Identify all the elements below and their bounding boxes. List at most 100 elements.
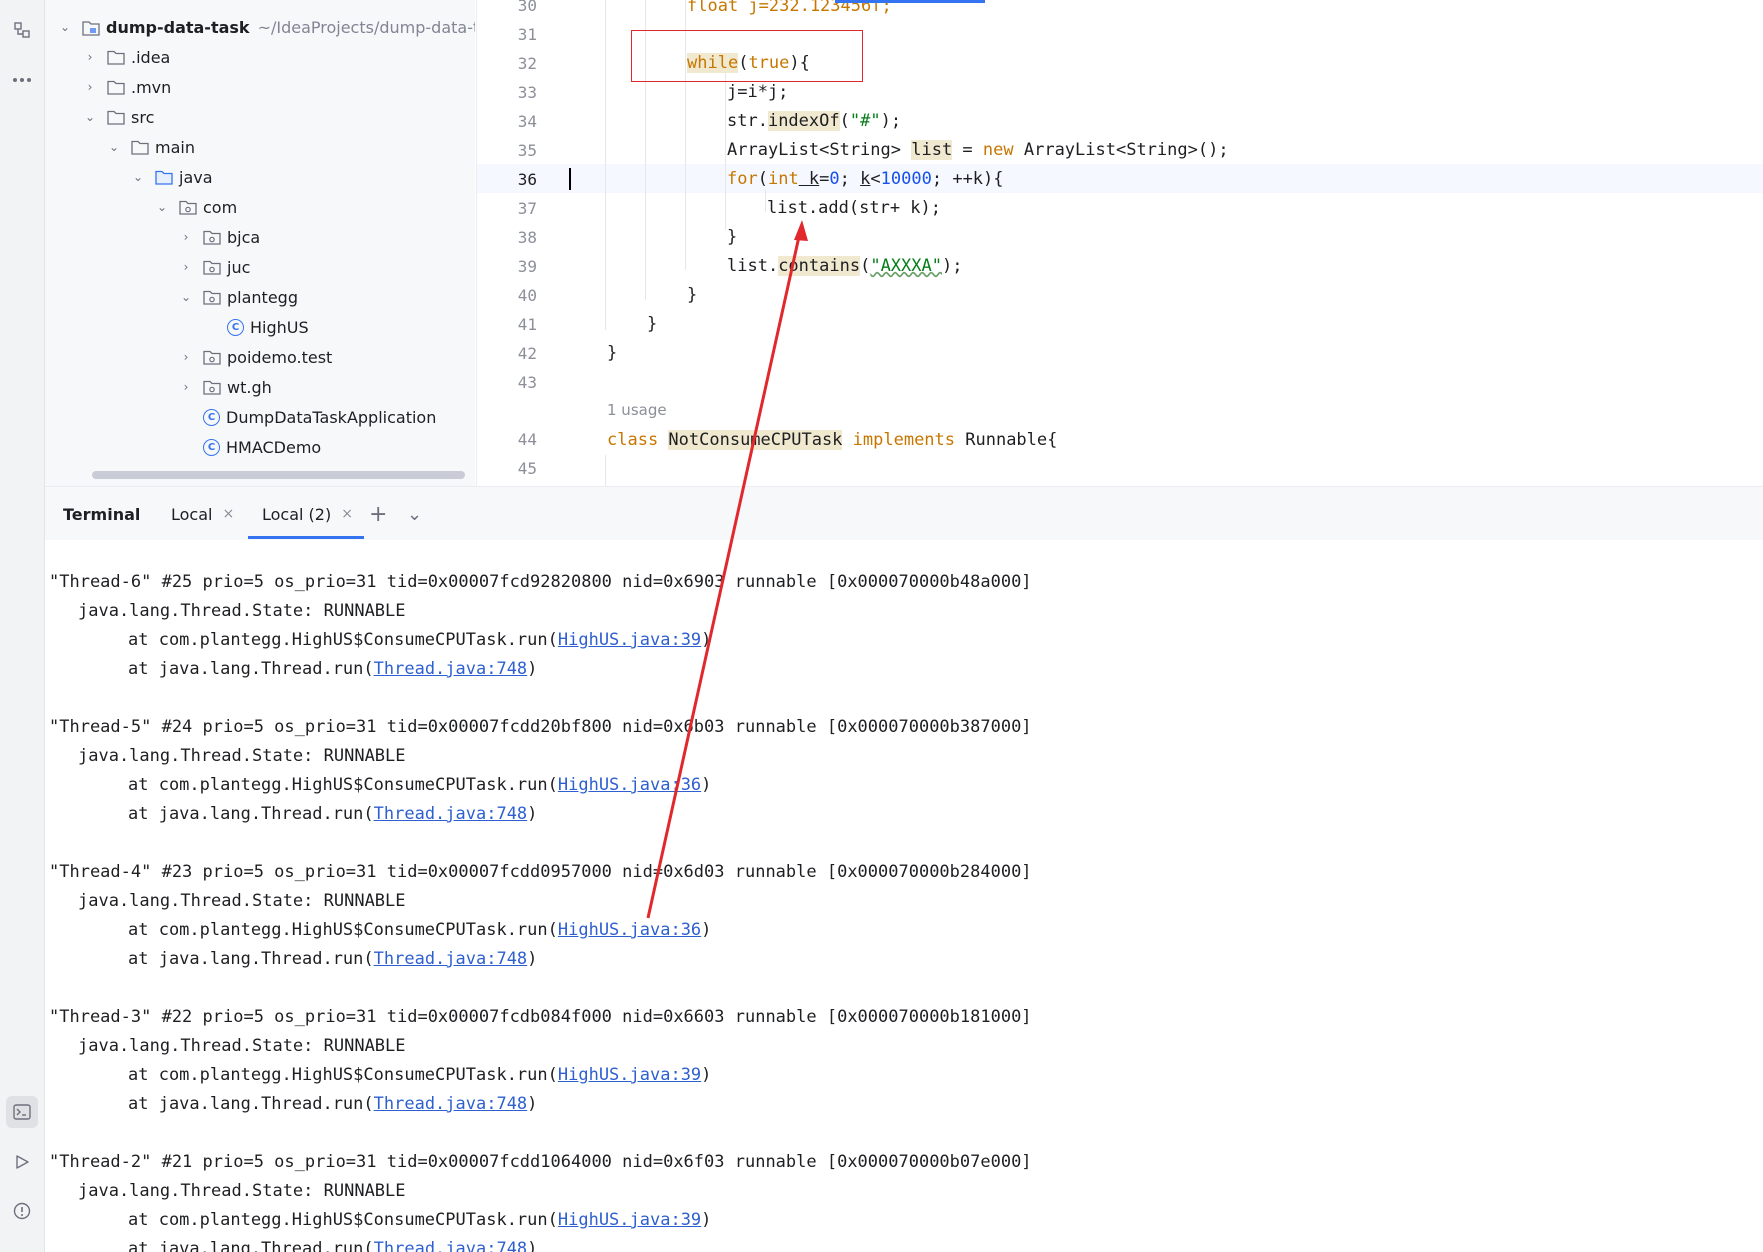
terminal-text: at java.lang.Thread.run( bbox=[128, 949, 374, 969]
terminal-text: at com.plantegg.HighUS$ConsumeCPUTask.ru… bbox=[128, 1065, 558, 1085]
source-link[interactable]: Thread.java:748 bbox=[374, 659, 528, 679]
tree-item[interactable]: ›CHighUS bbox=[203, 312, 309, 342]
line-number: 30 bbox=[517, 0, 537, 15]
tree-item-label: wt.gh bbox=[227, 377, 272, 397]
chevron-right-icon[interactable]: › bbox=[179, 380, 193, 394]
tree-item-label: HMACDemo bbox=[226, 437, 322, 457]
stack-frame: at java.lang.Thread.run(Thread.java:748) bbox=[128, 1090, 537, 1119]
tree-item[interactable]: › poidemo.test bbox=[179, 342, 333, 372]
terminal-text: java.lang.Thread.State: RUNNABLE bbox=[78, 601, 406, 621]
tree-item[interactable]: › juc bbox=[179, 252, 251, 282]
source-link[interactable]: Thread.java:748 bbox=[374, 1094, 528, 1114]
class-icon: C bbox=[203, 438, 220, 456]
stack-frame: at com.plantegg.HighUS$ConsumeCPUTask.ru… bbox=[128, 1206, 711, 1235]
chevron-down-icon[interactable]: ⌄ bbox=[107, 140, 121, 154]
chevron-down-icon[interactable]: ⌄ bbox=[155, 200, 169, 214]
terminal-text: at com.plantegg.HighUS$ConsumeCPUTask.ru… bbox=[128, 1210, 558, 1230]
terminal-toolbar: Terminal Local × Local (2) × + ⌄ bbox=[45, 486, 1763, 542]
terminal-text: ) bbox=[527, 804, 538, 824]
tree-item-label: com bbox=[203, 197, 238, 217]
chevron-right-icon[interactable]: › bbox=[179, 230, 193, 244]
tree-item-label: HighUS bbox=[250, 317, 309, 337]
tree-item[interactable]: › .mvn bbox=[83, 72, 172, 102]
terminal-output[interactable]: "Thread-6" #25 prio=5 os_prio=31 tid=0x0… bbox=[45, 540, 1763, 1252]
line-number: 34 bbox=[517, 112, 537, 131]
chevron-right-icon[interactable]: › bbox=[179, 350, 193, 364]
terminal-text: ) bbox=[701, 630, 712, 650]
tree-item[interactable]: ⌄ src bbox=[83, 102, 154, 132]
stack-frame: at java.lang.Thread.run(Thread.java:748) bbox=[128, 800, 537, 829]
source-link[interactable]: HighUS.java:39 bbox=[558, 1065, 701, 1085]
run-icon[interactable] bbox=[6, 1146, 38, 1178]
text-caret bbox=[569, 168, 571, 190]
source-link[interactable]: HighUS.java:36 bbox=[558, 775, 701, 795]
problems-icon[interactable] bbox=[6, 1195, 38, 1227]
folder-icon bbox=[131, 140, 149, 155]
source-link[interactable]: HighUS.java:36 bbox=[558, 920, 701, 940]
close-icon[interactable]: × bbox=[222, 506, 234, 522]
source-link[interactable]: Thread.java:748 bbox=[374, 949, 528, 969]
new-tab-button[interactable]: + bbox=[369, 487, 387, 541]
tree-item[interactable]: › wt.gh bbox=[179, 372, 272, 402]
tree-item-label: plantegg bbox=[227, 287, 298, 307]
tab-local-2[interactable]: Local (2) × bbox=[262, 487, 353, 541]
source-link[interactable]: HighUS.java:39 bbox=[558, 1210, 701, 1230]
terminal-text: at java.lang.Thread.run( bbox=[128, 659, 374, 679]
terminal-text: java.lang.Thread.State: RUNNABLE bbox=[78, 1036, 406, 1056]
source-link[interactable]: HighUS.java:39 bbox=[558, 630, 701, 650]
more-icon[interactable] bbox=[6, 64, 38, 96]
chevron-down-icon[interactable]: ⌄ bbox=[179, 290, 193, 304]
tab-options-button[interactable]: ⌄ bbox=[407, 487, 422, 541]
structure-icon[interactable] bbox=[6, 14, 38, 46]
line-number: 31 bbox=[517, 25, 537, 44]
tool-window-strip bbox=[0, 0, 45, 1252]
source-link[interactable]: Thread.java:748 bbox=[374, 1239, 528, 1252]
line-number: 44 bbox=[517, 430, 537, 449]
terminal-text: "Thread-2" #21 prio=5 os_prio=31 tid=0x0… bbox=[49, 1152, 1032, 1172]
tree-root[interactable]: ⌄ dump-data-task ~/IdeaProjects/dump-dat… bbox=[58, 12, 475, 42]
chevron-down-icon[interactable]: ⌄ bbox=[131, 170, 145, 184]
tree-item[interactable]: ›CHMACDemo bbox=[179, 432, 321, 462]
terminal-text: at com.plantegg.HighUS$ConsumeCPUTask.ru… bbox=[128, 775, 558, 795]
project-tree: ⌄ dump-data-task ~/IdeaProjects/dump-dat… bbox=[45, 0, 475, 486]
usage-hint[interactable]: 1 usage bbox=[607, 401, 667, 419]
thread-header: "Thread-3" #22 prio=5 os_prio=31 tid=0x0… bbox=[49, 1003, 1032, 1032]
thread-header: "Thread-6" #25 prio=5 os_prio=31 tid=0x0… bbox=[49, 568, 1032, 597]
tree-item[interactable]: ›CDumpDataTaskApplication bbox=[179, 402, 436, 432]
chevron-down-icon[interactable]: ⌄ bbox=[58, 20, 72, 34]
chevron-right-icon[interactable]: › bbox=[83, 50, 97, 64]
tree-item[interactable]: ⌄ java bbox=[131, 162, 213, 192]
terminal-text: at java.lang.Thread.run( bbox=[128, 1239, 374, 1252]
tree-item[interactable]: ⌄ main bbox=[107, 132, 195, 162]
tree-item[interactable]: ⌄ plantegg bbox=[179, 282, 298, 312]
code-line-30: float j=232.123456f; bbox=[687, 0, 892, 16]
root-name: dump-data-task bbox=[106, 17, 250, 37]
source-link[interactable]: Thread.java:748 bbox=[374, 804, 528, 824]
thread-state: java.lang.Thread.State: RUNNABLE bbox=[78, 742, 406, 771]
chevron-right-icon[interactable]: › bbox=[179, 260, 193, 274]
terminal-icon[interactable] bbox=[6, 1096, 38, 1128]
tab-local[interactable]: Local × bbox=[171, 487, 234, 541]
active-tab-indicator bbox=[248, 536, 364, 539]
close-icon[interactable]: × bbox=[341, 506, 353, 522]
stack-frame: at com.plantegg.HighUS$ConsumeCPUTask.ru… bbox=[128, 916, 711, 945]
chevron-right-icon[interactable]: › bbox=[83, 80, 97, 94]
terminal-text: ) bbox=[701, 775, 712, 795]
chevron-down-icon[interactable]: ⌄ bbox=[83, 110, 97, 124]
tree-item[interactable]: › .idea bbox=[83, 42, 171, 72]
thread-state: java.lang.Thread.State: RUNNABLE bbox=[78, 597, 406, 626]
code-line-36: for(int k = 0; k <10000; ++k){ bbox=[727, 168, 1004, 189]
terminal-text: "Thread-3" #22 prio=5 os_prio=31 tid=0x0… bbox=[49, 1007, 1032, 1027]
tree-item[interactable]: › bjca bbox=[179, 222, 261, 252]
line-number: 38 bbox=[517, 228, 537, 247]
package-icon bbox=[203, 350, 221, 365]
code-line-38: } bbox=[727, 226, 738, 247]
tree-item-label: java bbox=[179, 167, 213, 187]
tree-item[interactable]: ⌄ com bbox=[155, 192, 237, 222]
stack-frame: at java.lang.Thread.run(Thread.java:748) bbox=[128, 945, 537, 974]
folder-icon bbox=[107, 50, 125, 65]
line-number: 32 bbox=[517, 54, 537, 73]
package-icon bbox=[179, 200, 197, 215]
tree-item-label: bjca bbox=[227, 227, 261, 247]
tree-horizontal-scrollbar[interactable] bbox=[92, 471, 465, 479]
